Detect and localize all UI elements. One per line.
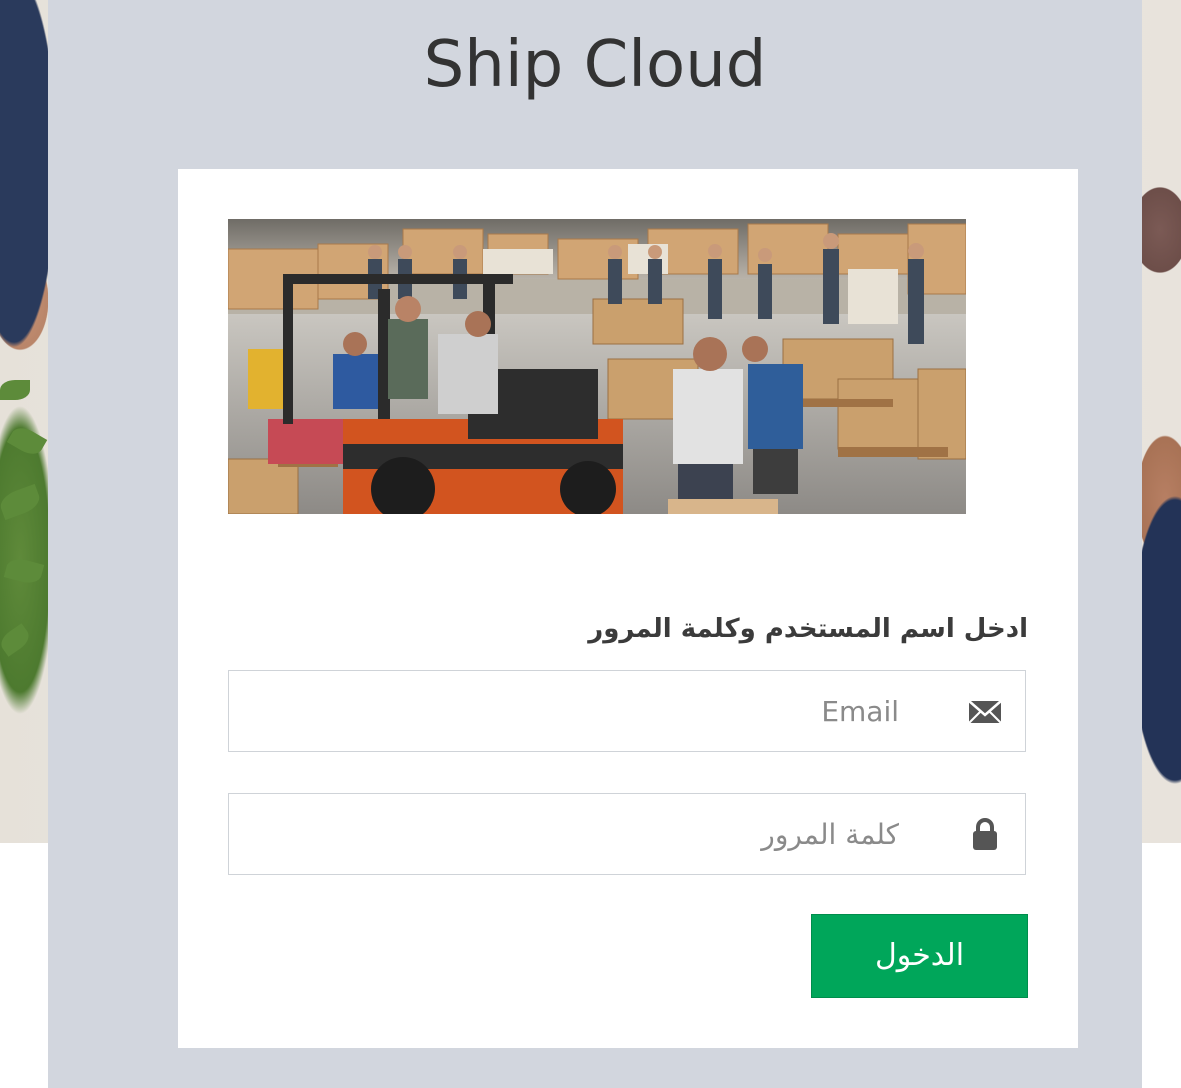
email-input[interactable] xyxy=(229,671,919,751)
email-field[interactable] xyxy=(228,670,1026,752)
login-button[interactable]: الدخول xyxy=(811,914,1028,998)
warehouse-hero-image xyxy=(228,219,966,514)
login-instruction: ادخل اسم المستخدم وكلمة المرور xyxy=(588,614,1028,644)
lock-icon xyxy=(967,818,1003,852)
plant-leaf-decoration xyxy=(6,422,48,460)
password-field[interactable] xyxy=(228,793,1026,875)
app-title: Ship Cloud xyxy=(423,28,767,102)
password-input[interactable] xyxy=(229,794,919,874)
plant-leaf-decoration xyxy=(0,623,34,657)
plant-leaf-decoration xyxy=(3,555,45,587)
plant-leaf-decoration xyxy=(0,380,30,400)
envelope-icon xyxy=(967,695,1003,729)
login-card: ادخل اسم المستخدم وكلمة المرور Email الد… xyxy=(178,169,1078,1048)
login-panel: Ship Cloud ادخل اسم المستخدم وكلمة المرو… xyxy=(48,0,1142,1088)
plant-leaf-decoration xyxy=(0,483,43,521)
